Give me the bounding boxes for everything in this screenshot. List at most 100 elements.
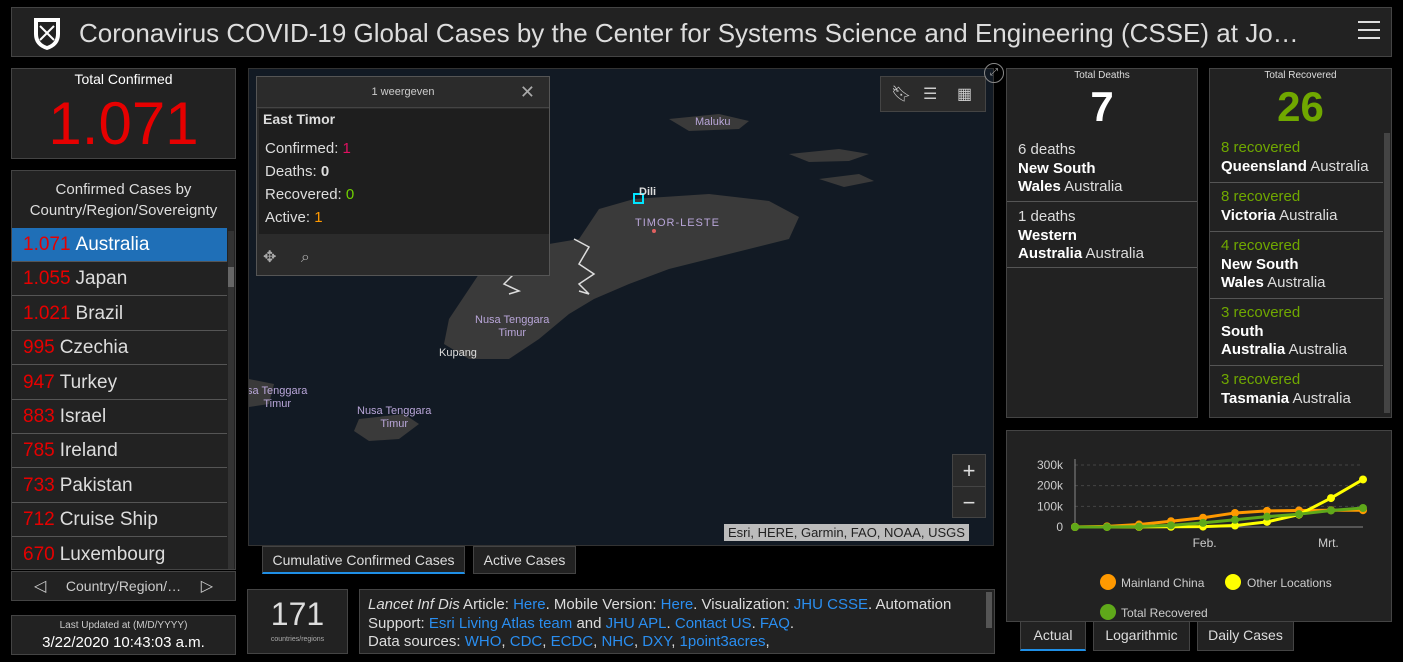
recovered-entry: 4 recovered New South Wales Australia bbox=[1210, 237, 1383, 299]
countries-count-panel: 171 countries/regions bbox=[247, 589, 348, 654]
recovered-scrollbar[interactable] bbox=[1384, 133, 1390, 413]
total-recovered-value: 26 bbox=[1277, 83, 1324, 130]
nhc-link[interactable]: NHC bbox=[601, 633, 634, 650]
cdc-link[interactable]: CDC bbox=[510, 633, 543, 650]
total-recovered-panel: Total Recovered 26 8 recovered Queenslan… bbox=[1209, 68, 1392, 418]
series-point bbox=[1327, 494, 1335, 503]
map-label-ntt-1: Nusa Tenggara Timur bbox=[475, 314, 550, 339]
mobile-version-link[interactable]: Here bbox=[661, 596, 694, 613]
zoom-control: + − bbox=[952, 454, 986, 518]
recovered-entry: 8 recovered Queensland Australia bbox=[1210, 139, 1383, 183]
map-toolbar: 🔖︎ ☰ ▦ bbox=[880, 76, 986, 112]
last-updated-label: Last Updated at (M/D/YYYY) bbox=[59, 620, 188, 631]
chevron-right-icon[interactable]: ▷ bbox=[201, 576, 213, 596]
tab-actual[interactable]: Actual bbox=[1020, 621, 1086, 651]
country-row[interactable]: 1.055 Japan bbox=[12, 262, 227, 297]
country-list-scrollbar[interactable] bbox=[228, 231, 234, 569]
contact-us-link[interactable]: Contact US bbox=[675, 615, 752, 632]
country-count: 733 bbox=[23, 474, 55, 496]
recovered-entry: 3 recovered Tasmania Australia bbox=[1221, 371, 1351, 407]
country-name: Japan bbox=[75, 268, 128, 290]
popup-confirmed: Confirmed: 1 bbox=[265, 140, 351, 157]
jhu-apl-link[interactable]: JHU APL bbox=[606, 615, 667, 632]
country-count: 670 bbox=[23, 543, 55, 565]
x-tick-label: Mrt. bbox=[1318, 536, 1339, 550]
country-name: Czechia bbox=[59, 337, 129, 359]
country-count: 712 bbox=[23, 509, 55, 531]
series-point bbox=[1199, 518, 1207, 527]
country-row[interactable]: 1.021 Brazil bbox=[12, 297, 227, 331]
country-row[interactable]: 1.071 Australia bbox=[12, 228, 227, 262]
country-list-pager: ◁ Country/Region/… ▷ bbox=[11, 571, 236, 601]
country-row[interactable]: 995 Czechia bbox=[12, 331, 227, 366]
popup-header: 1 weergeven bbox=[257, 77, 549, 108]
cases-chart-panel: 300k 200k 100k 0 Feb. Mrt. Mainland China Oth… bbox=[1006, 430, 1392, 622]
last-updated-panel: Last Updated at (M/D/YYYY) 3/22/2020 10:… bbox=[11, 615, 236, 655]
info-text: Lancet Inf Dis bbox=[368, 596, 460, 613]
ecdc-link[interactable]: ECDC bbox=[551, 633, 594, 650]
info-text: . bbox=[751, 614, 760, 632]
country-name: Brazil bbox=[75, 302, 124, 324]
hamburger-menu-icon[interactable] bbox=[1358, 21, 1380, 43]
bookmark-icon[interactable]: 🔖︎ bbox=[891, 84, 911, 104]
dxy-link[interactable]: DXY bbox=[642, 633, 671, 650]
map-label-dili: Dili bbox=[639, 186, 657, 198]
series-point bbox=[1263, 512, 1271, 521]
country-name: Turkey bbox=[59, 371, 118, 393]
map-attribution: Esri, HERE, Garmin, FAO, NOAA, USGS bbox=[724, 524, 969, 541]
page-title: Coronavirus COVID-19 Global Cases by the… bbox=[79, 18, 1299, 48]
info-text: . Visualization: bbox=[693, 596, 794, 613]
series-point bbox=[1103, 522, 1111, 531]
country-row[interactable]: 785 Ireland bbox=[12, 434, 227, 469]
death-count: 1 deaths bbox=[1018, 208, 1076, 225]
total-recovered-label: Total Recovered bbox=[1264, 70, 1337, 81]
country-list-heading: Confirmed Cases by Country/Region/Sovere… bbox=[12, 179, 235, 221]
popup-content: East Timor Confirmed: 1 Deaths: 0 Recove… bbox=[259, 109, 549, 234]
pan-icon[interactable]: ✥ bbox=[263, 249, 276, 266]
tab-cumulative-confirmed[interactable]: Cumulative Confirmed Cases bbox=[262, 546, 465, 574]
faq-link[interactable]: FAQ bbox=[760, 615, 790, 632]
death-region: Western bbox=[1018, 226, 1077, 244]
tab-logarithmic[interactable]: Logarithmic bbox=[1093, 621, 1190, 651]
esri-link[interactable]: Esri Living Atlas team bbox=[429, 615, 572, 632]
cases-chart: 300k 200k 100k 0 Feb. Mrt. bbox=[1037, 458, 1367, 550]
series-line bbox=[1074, 506, 1364, 529]
series-point bbox=[1327, 506, 1335, 515]
who-link[interactable]: WHO bbox=[465, 633, 502, 650]
info-scrollbar[interactable] bbox=[986, 592, 992, 628]
series-point bbox=[1167, 521, 1175, 530]
country-row[interactable]: 883 Israel bbox=[12, 400, 227, 434]
close-icon[interactable]: ✕ bbox=[520, 82, 535, 103]
country-row[interactable]: 670 Luxembourg bbox=[12, 538, 227, 569]
info-text: Article: bbox=[459, 596, 514, 613]
jhu-logo-icon bbox=[34, 18, 60, 50]
basemap-gallery-icon[interactable]: ▦ bbox=[957, 84, 972, 104]
total-deaths-label: Total Deaths bbox=[1074, 70, 1130, 81]
country-row[interactable]: 947 Turkey bbox=[12, 366, 227, 400]
list-icon[interactable]: ☰ bbox=[923, 84, 937, 104]
popup-country: East Timor bbox=[263, 111, 336, 127]
country-list-heading-line1: Confirmed Cases by bbox=[55, 181, 192, 198]
tab-active-cases[interactable]: Active Cases bbox=[473, 546, 576, 574]
1point3acres-link[interactable]: 1point3acres bbox=[680, 633, 766, 650]
zoom-in-button[interactable]: + bbox=[953, 455, 985, 487]
info-text: . Mobile Version: bbox=[545, 596, 661, 613]
country-row[interactable]: 712 Cruise Ship bbox=[12, 503, 227, 538]
total-deaths-panel: Total Deaths 7 6 deaths New South Wales … bbox=[1006, 68, 1198, 418]
map-popup: 1 weergeven ✕ East Timor Confirmed: 1 De… bbox=[256, 76, 550, 276]
article-link[interactable]: Here bbox=[513, 596, 546, 613]
tab-daily-cases[interactable]: Daily Cases bbox=[1197, 621, 1294, 651]
expand-icon[interactable]: ⤢ bbox=[984, 63, 1004, 83]
legend-total-recovered: Total Recovered bbox=[1121, 606, 1208, 620]
zoom-to-icon[interactable]: ⌕ bbox=[301, 249, 310, 266]
series-point bbox=[1135, 522, 1143, 531]
country-name: Ireland bbox=[59, 440, 118, 462]
map-label-maluku: Maluku bbox=[695, 116, 731, 128]
country-row[interactable]: 733 Pakistan bbox=[12, 469, 227, 503]
death-count: 6 deaths bbox=[1018, 141, 1076, 158]
legend-mainland-china-icon bbox=[1100, 574, 1116, 590]
zoom-out-button[interactable]: − bbox=[953, 487, 985, 518]
map-label-ntt-3: Nusa Tenggara Timur bbox=[357, 405, 432, 430]
y-tick-label: 100k bbox=[1037, 499, 1064, 513]
jhu-csse-link[interactable]: JHU CSSE bbox=[794, 596, 868, 613]
